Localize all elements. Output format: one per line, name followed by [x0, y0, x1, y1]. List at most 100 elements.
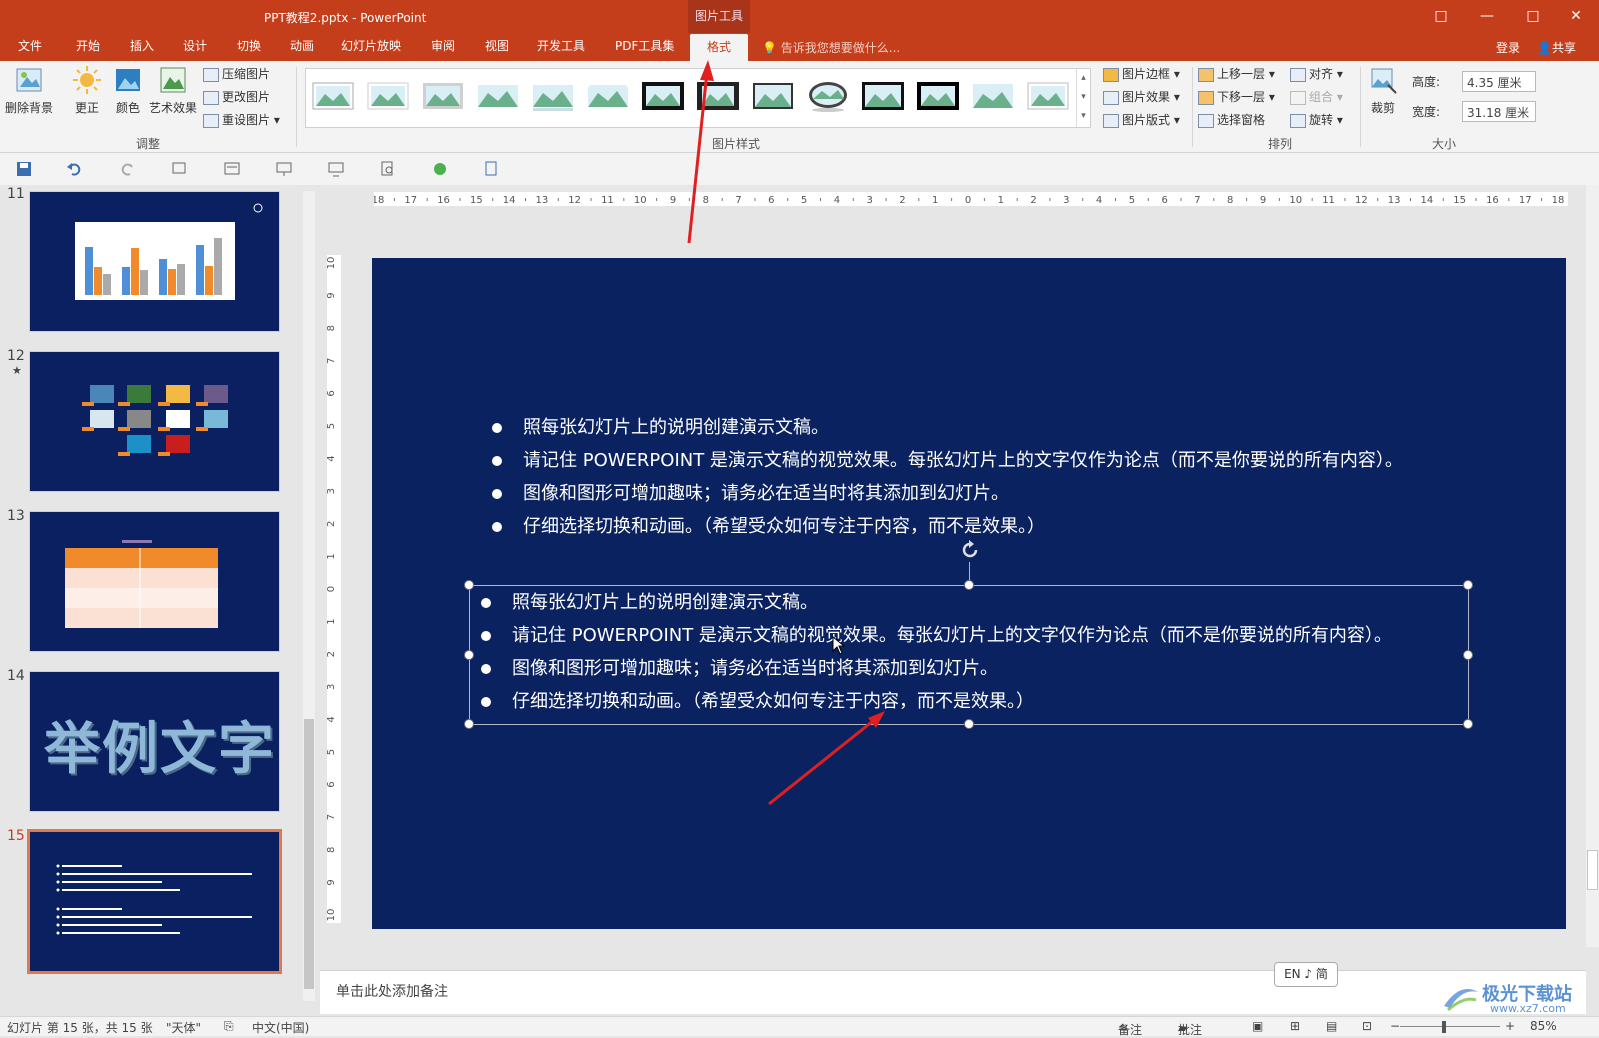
picture-style-10[interactable]	[806, 79, 850, 113]
remove-background-button[interactable]: 删除背景	[4, 65, 54, 116]
editor-scrollbar[interactable]	[1586, 185, 1599, 947]
picture-effects-button[interactable]: 图片效果 ▾	[1103, 88, 1180, 105]
spell-check-icon[interactable]: ⎘	[224, 1019, 234, 1034]
ime-indicator[interactable]: EN ♪ 简	[1274, 962, 1338, 987]
tab-animations[interactable]: 动画	[286, 33, 318, 61]
language-status[interactable]: 中文(中国)	[252, 1019, 309, 1036]
minimize-button[interactable]: —	[1464, 0, 1510, 33]
slideshow-from-start-icon[interactable]	[276, 161, 292, 177]
login-link[interactable]: 登录	[1496, 39, 1520, 56]
tab-slideshow[interactable]: 幻灯片放映	[337, 33, 405, 61]
slide-sorter-icon[interactable]: ⊞	[1290, 1019, 1300, 1033]
ruler-label: 15	[1453, 195, 1466, 206]
close-button[interactable]: ✕	[1553, 0, 1599, 33]
slide-thumbnail-12[interactable]	[29, 351, 280, 492]
send-backward-button[interactable]: 下移一层 ▾	[1198, 88, 1275, 105]
resize-handle-bottom[interactable]	[964, 719, 974, 729]
artistic-effects-button[interactable]: 艺术效果	[148, 65, 198, 116]
zoom-slider[interactable]	[1400, 1026, 1500, 1027]
tab-insert[interactable]: 插入	[126, 33, 158, 61]
redo-icon[interactable]	[120, 161, 136, 177]
resize-handle-right[interactable]	[1463, 650, 1473, 660]
zoom-out-button[interactable]: −	[1390, 1019, 1400, 1033]
thumbnail-scroll-thumb[interactable]	[304, 719, 314, 989]
picture-style-12[interactable]	[916, 79, 960, 113]
selected-picture[interactable]: 照每张幻灯片上的说明创建演示文稿。 请记住 POWERPOINT 是演示文稿的视…	[464, 540, 1473, 729]
picture-style-9[interactable]	[751, 79, 795, 113]
slide-thumbnail-13[interactable]	[29, 511, 280, 652]
resize-handle-top[interactable]	[964, 580, 974, 590]
tab-home[interactable]: 开始	[72, 33, 104, 61]
slide-thumbnail-11[interactable]	[29, 191, 280, 332]
change-picture-button[interactable]: 更改图片	[203, 88, 270, 105]
new-slide-icon[interactable]	[172, 161, 188, 177]
tab-format[interactable]: 格式	[690, 34, 748, 61]
tab-review[interactable]: 审阅	[427, 33, 459, 61]
save-icon[interactable]	[16, 161, 32, 177]
crop-button[interactable]: 裁剪	[1362, 65, 1404, 116]
resize-handle-top-right[interactable]	[1463, 580, 1473, 590]
maximize-button[interactable]: □	[1510, 0, 1556, 33]
gallery-scroll[interactable]: ▴ ▾ ▾	[1076, 69, 1090, 127]
selection-pane-button[interactable]: 选择窗格	[1198, 111, 1265, 128]
bring-forward-button[interactable]: 上移一层 ▾	[1198, 65, 1275, 82]
picture-effects-label: 图片效果	[1122, 90, 1171, 104]
group-button[interactable]: 组合 ▾	[1290, 88, 1343, 105]
slide-thumbnail-14[interactable]: 举例文字	[29, 671, 280, 812]
picture-style-11[interactable]	[861, 79, 905, 113]
present-icon[interactable]	[328, 161, 344, 177]
ruler-label: 16	[437, 195, 450, 206]
tab-pdf-tools[interactable]: PDF工具集	[611, 33, 678, 61]
picture-style-8[interactable]	[696, 79, 740, 113]
picture-style-7[interactable]	[641, 79, 685, 113]
tab-view[interactable]: 视图	[481, 33, 513, 61]
picture-border-button[interactable]: 图片边框 ▾	[1103, 65, 1180, 82]
align-button[interactable]: 对齐 ▾	[1290, 65, 1343, 82]
tab-transitions[interactable]: 切换	[233, 33, 265, 61]
picture-style-2[interactable]	[366, 79, 410, 113]
slide-thumbnail-15[interactable]	[27, 829, 282, 974]
editor-scroll-thumb[interactable]	[1587, 850, 1598, 890]
print-preview-icon[interactable]	[380, 161, 396, 177]
tab-developer[interactable]: 开发工具	[533, 33, 589, 61]
undo-icon[interactable]	[66, 161, 82, 177]
ruler-label: 5	[1129, 195, 1135, 206]
normal-view-icon[interactable]: ▣	[1252, 1019, 1263, 1033]
zoom-level[interactable]: 85%	[1530, 1019, 1557, 1033]
compress-pictures-button[interactable]: 压缩图片	[203, 65, 270, 82]
resize-handle-bottom-left[interactable]	[464, 719, 474, 729]
share-button[interactable]: 👤共享	[1537, 39, 1576, 56]
thumbnail-scrollbar[interactable]	[303, 191, 315, 1001]
resize-handle-bottom-right[interactable]	[1463, 719, 1473, 729]
notes-pane[interactable]: 单击此处添加备注	[320, 970, 1586, 1014]
picture-style-3[interactable]	[421, 79, 465, 113]
resize-handle-top-left[interactable]	[464, 580, 474, 590]
publish-icon[interactable]	[432, 161, 448, 177]
rotate-handle-icon[interactable]	[958, 538, 982, 562]
resize-handle-left[interactable]	[464, 650, 474, 660]
height-input[interactable]: 4.35 厘米	[1462, 71, 1536, 92]
reading-view-icon[interactable]: ▤	[1326, 1019, 1337, 1033]
group-separator	[1360, 67, 1361, 147]
picture-style-1[interactable]	[311, 79, 355, 113]
picture-layout-button[interactable]: 图片版式 ▾	[1103, 111, 1180, 128]
slideshow-view-icon[interactable]: ⊡	[1362, 1019, 1372, 1033]
picture-style-4[interactable]	[476, 79, 520, 113]
width-input[interactable]: 31.18 厘米	[1462, 101, 1536, 122]
zoom-slider-thumb[interactable]	[1442, 1021, 1446, 1033]
color-button[interactable]: 颜色	[103, 65, 153, 116]
picture-style-13[interactable]	[971, 79, 1015, 113]
ribbon-display-button[interactable]: □	[1418, 0, 1464, 33]
picture-style-14[interactable]	[1026, 79, 1070, 113]
zoom-in-button[interactable]: +	[1505, 1019, 1515, 1033]
picture-style-6[interactable]	[586, 79, 630, 113]
reset-picture-button[interactable]: 重设图片 ▾	[203, 111, 280, 128]
customize-icon[interactable]	[484, 161, 500, 177]
picture-style-5[interactable]	[531, 79, 575, 113]
top-bullet-list[interactable]: 照每张幻灯片上的说明创建演示文稿。 请记住 POWERPOINT 是演示文稿的视…	[491, 411, 1403, 543]
layout-icon[interactable]	[224, 161, 240, 177]
rotate-button[interactable]: 旋转 ▾	[1290, 111, 1343, 128]
tab-design[interactable]: 设计	[179, 33, 211, 61]
tab-file[interactable]: 文件	[14, 33, 46, 61]
tell-me-search[interactable]: 💡 告诉我您想要做什么...	[762, 39, 900, 56]
